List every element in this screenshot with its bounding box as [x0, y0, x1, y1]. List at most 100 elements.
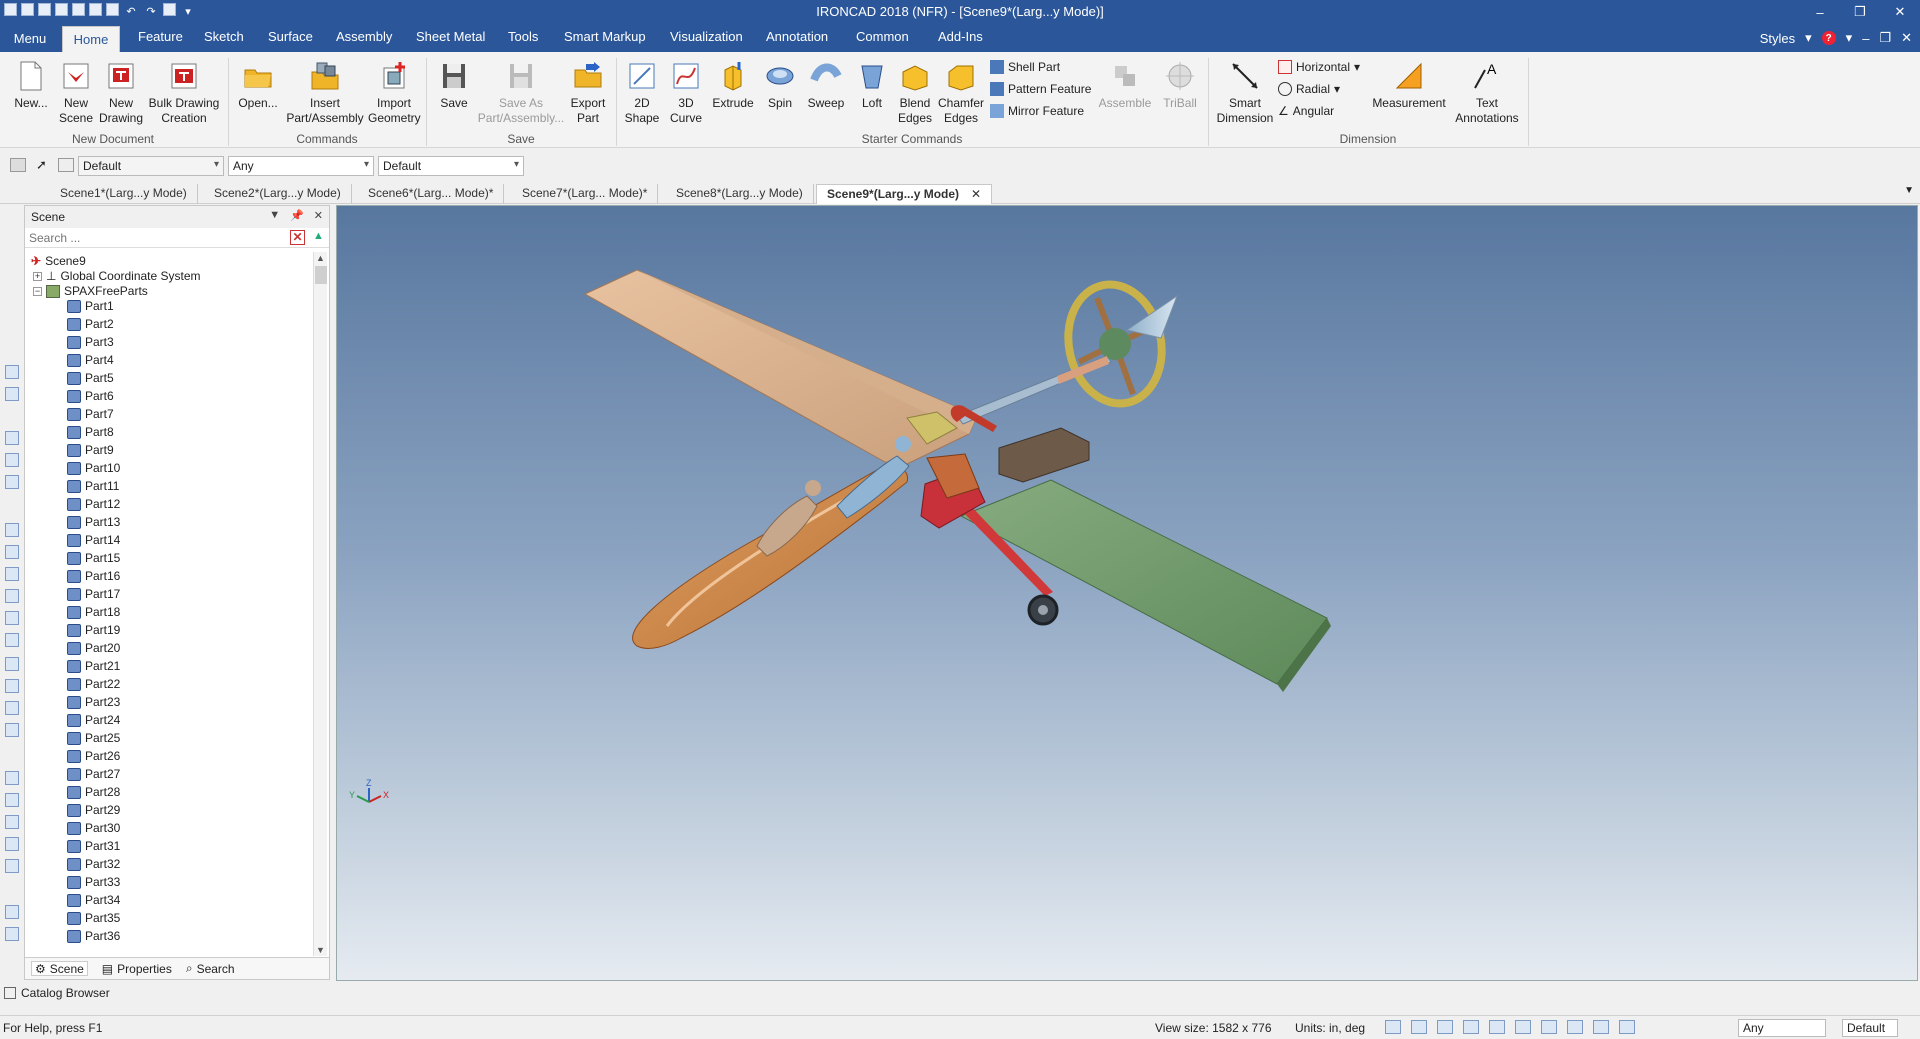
status-style-combo[interactable]: Default — [1842, 1019, 1898, 1037]
style-combo[interactable]: Default — [78, 156, 224, 176]
tree-node-part[interactable]: Part11 — [67, 477, 119, 495]
view-tool-icon[interactable] — [5, 657, 19, 671]
help-icon[interactable]: ? — [1821, 31, 1836, 45]
new-scene-button[interactable]: New Scene — [56, 60, 96, 126]
spinner-cone[interactable] — [1125, 294, 1179, 339]
tree-node-part[interactable]: Part35 — [67, 909, 120, 927]
tree-node-part[interactable]: Part30 — [67, 819, 120, 837]
tab-annotation[interactable]: Annotation — [766, 29, 828, 44]
panel-tab-search[interactable]: ⌕ Search — [186, 961, 235, 976]
maximize-icon[interactable]: ❐ — [1840, 0, 1880, 24]
tree-node-part[interactable]: Part4 — [67, 351, 114, 369]
pattern-feature-button[interactable]: Pattern Feature — [990, 82, 1091, 96]
import-geometry-button[interactable]: Import Geometry — [368, 60, 421, 126]
tree-node-part[interactable]: Part3 — [67, 333, 114, 351]
tree-node-part[interactable]: Part34 — [67, 891, 120, 909]
tree-node-part[interactable]: Part32 — [67, 855, 120, 873]
tab-feature[interactable]: Feature — [138, 29, 183, 44]
tree-node-part[interactable]: Part21 — [67, 657, 120, 675]
tree-node-part[interactable]: Part6 — [67, 387, 114, 405]
doc-tab-scene1[interactable]: Scene1*(Larg...y Mode) — [50, 184, 198, 204]
view-tool-icon[interactable] — [5, 723, 19, 737]
view-tool-icon[interactable] — [5, 431, 19, 445]
left-wing[interactable] — [583, 269, 978, 465]
tabs-dropdown-icon[interactable]: ▼ — [1904, 185, 1914, 196]
view-tool-icon[interactable] — [5, 771, 19, 785]
extrude-button[interactable]: Extrude — [710, 60, 756, 111]
scroll-up-icon[interactable]: ▲ — [316, 253, 325, 263]
loft-button[interactable]: Loft — [852, 60, 892, 111]
display-icon[interactable] — [1541, 1020, 1557, 1034]
status-filter-combo[interactable]: Any — [1738, 1019, 1826, 1037]
spin-button[interactable]: Spin — [760, 60, 800, 111]
horizontal-dimension-button[interactable]: Horizontal ▾ — [1278, 60, 1360, 74]
tree-node-part[interactable]: Part15 — [67, 549, 120, 567]
doc-restore-icon[interactable]: ❐ — [1879, 30, 1891, 46]
doc-tab-scene6[interactable]: Scene6*(Larg... Mode)* — [358, 184, 505, 204]
doc-tab-scene9[interactable]: Scene9*(Larg...y Mode) ✕ — [816, 184, 993, 204]
mirror-feature-button[interactable]: Mirror Feature — [990, 104, 1084, 118]
view-orientation-icon[interactable] — [1437, 1020, 1453, 1034]
tree-node-part[interactable]: Part10 — [67, 459, 120, 477]
open-button[interactable]: Open... — [236, 60, 280, 111]
text-annotations-button[interactable]: A Text Annotations — [1450, 60, 1524, 126]
tab-smart-markup[interactable]: Smart Markup — [564, 29, 646, 44]
tree-node-part[interactable]: Part29 — [67, 801, 120, 819]
blend-edges-button[interactable]: Blend Edges — [894, 60, 936, 126]
styles-menu[interactable]: Styles — [1760, 31, 1795, 46]
tree-scrollbar[interactable]: ▲ ▼ — [313, 252, 327, 956]
radial-dimension-button[interactable]: Radial ▾ — [1278, 82, 1340, 96]
zoom-fit-icon[interactable] — [1385, 1020, 1401, 1034]
tree-node-part[interactable]: Part27 — [67, 765, 120, 783]
tree-node-part[interactable]: Part7 — [67, 405, 114, 423]
collapse-icon[interactable]: − — [33, 286, 42, 296]
tree-node-part[interactable]: Part31 — [67, 837, 120, 855]
brown-plate[interactable] — [998, 427, 1090, 483]
pointer-icon[interactable] — [1619, 1020, 1635, 1034]
doc-tab-scene7[interactable]: Scene7*(Larg... Mode)* — [512, 184, 659, 204]
angular-dimension-button[interactable]: ∠ Angular — [1278, 104, 1334, 118]
panel-tab-scene[interactable]: ⚙ Scene — [31, 961, 88, 976]
styles-dropdown-icon[interactable]: ▾ — [1805, 30, 1812, 46]
doc-minimize-icon[interactable]: – — [1862, 31, 1869, 46]
camera-icon[interactable] — [1489, 1020, 1505, 1034]
view-tool-icon[interactable] — [5, 475, 19, 489]
3d-curve-button[interactable]: 3D Curve — [666, 60, 706, 126]
view-tool-icon[interactable] — [5, 545, 19, 559]
tree-node-part[interactable]: Part36 — [67, 927, 120, 945]
tree-node-part[interactable]: Part12 — [67, 495, 120, 513]
scroll-thumb[interactable] — [315, 266, 327, 284]
clear-search-icon[interactable]: ✕ — [290, 230, 305, 245]
tree-node-part[interactable]: Part18 — [67, 603, 120, 621]
right-wing[interactable] — [959, 479, 1328, 685]
shell-part-button[interactable]: Shell Part — [990, 60, 1060, 74]
save-as-part-assembly-button[interactable]: Save As Part/Assembly... — [476, 60, 566, 126]
save-button[interactable]: Save — [434, 60, 474, 111]
filter-combo[interactable]: Any — [228, 156, 374, 176]
view-tool-icon[interactable] — [5, 837, 19, 851]
panel-menu-icon[interactable]: ▼ — [269, 209, 280, 222]
tree-node-part[interactable]: Part14 — [67, 531, 120, 549]
view-tool-icon[interactable] — [5, 859, 19, 873]
panel-tab-properties[interactable]: ▤ Properties — [102, 961, 172, 976]
tab-sheet-metal[interactable]: Sheet Metal — [416, 29, 485, 44]
zoom-icon[interactable] — [1411, 1020, 1427, 1034]
cursor-icon[interactable]: ➚ — [36, 157, 47, 173]
sweep-button[interactable]: Sweep — [804, 60, 848, 111]
view-tool-icon[interactable] — [5, 523, 19, 537]
2d-shape-button[interactable]: 2D Shape — [622, 60, 662, 126]
tree-node-part[interactable]: Part22 — [67, 675, 120, 693]
view-tool-icon[interactable] — [5, 387, 19, 401]
tree-node-part[interactable]: Part26 — [67, 747, 120, 765]
tree-node-part[interactable]: Part19 — [67, 621, 120, 639]
tree-node-part[interactable]: Part5 — [67, 369, 114, 387]
triball-button[interactable]: TriBall — [1160, 60, 1200, 111]
tree-node-part[interactable]: Part16 — [67, 567, 120, 585]
minimize-icon[interactable]: – — [1800, 0, 1840, 24]
lighting-icon[interactable] — [1567, 1020, 1583, 1034]
smart-dimension-button[interactable]: Smart Dimension — [1214, 60, 1276, 126]
select-mode-icon[interactable] — [58, 158, 74, 172]
tab-common[interactable]: Common — [856, 29, 909, 44]
chamfer-edges-button[interactable]: Chamfer Edges — [938, 60, 984, 126]
doc-tab-scene8[interactable]: Scene8*(Larg...y Mode) — [666, 184, 814, 204]
